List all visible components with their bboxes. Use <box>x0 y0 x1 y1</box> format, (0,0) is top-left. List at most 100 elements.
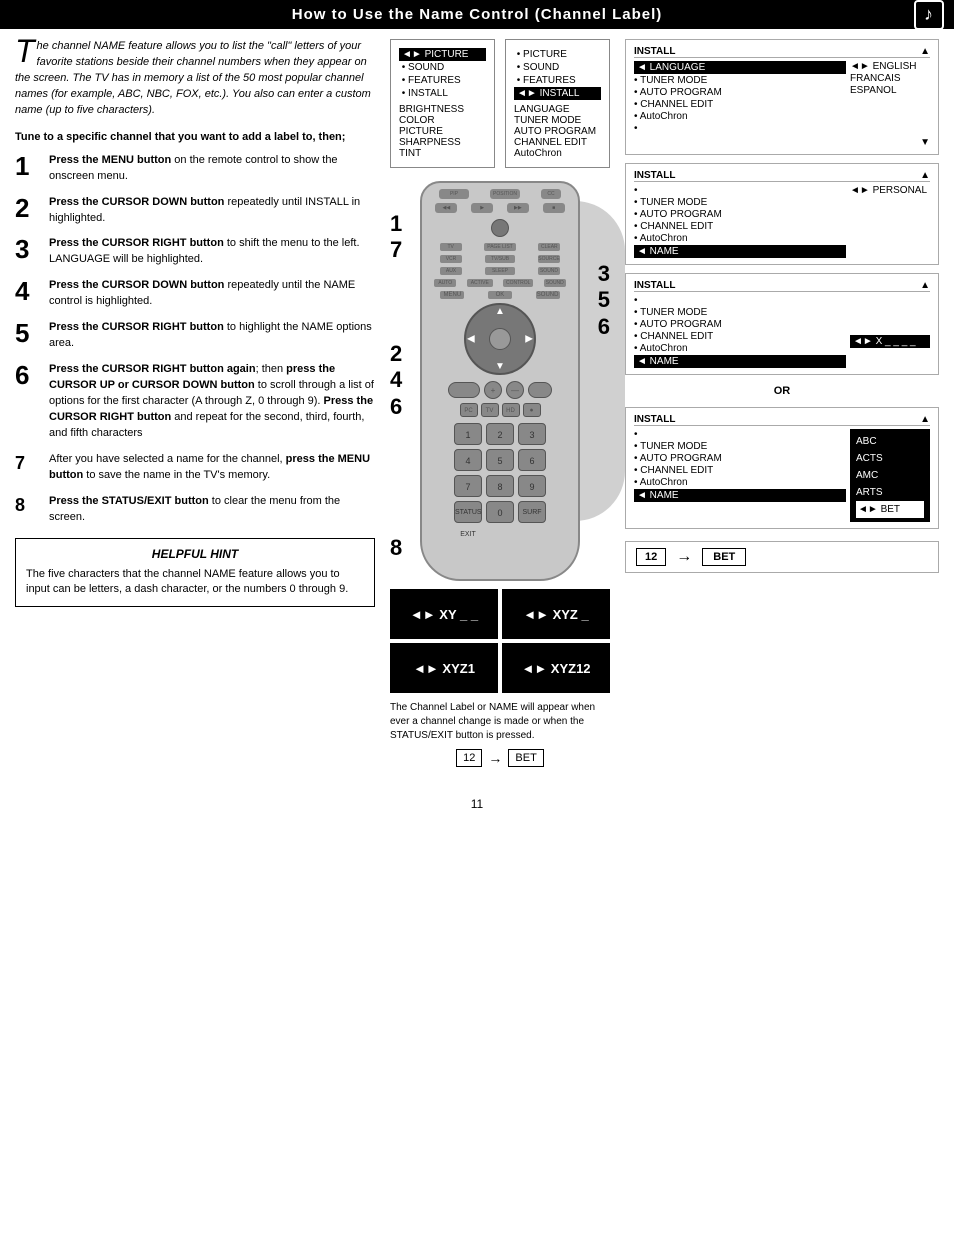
name-sample-4: ◄► XYZ12 <box>502 643 610 693</box>
remote-btn-tvsub: TV/SUB <box>485 255 515 263</box>
final-channel-number: 12 <box>636 548 666 566</box>
remote-nav-right-arrow[interactable]: ▶ <box>525 334 533 345</box>
remote-mute[interactable]: + <box>484 381 502 399</box>
right-column: INSTALL ▲ ◄ LANGUAGE • TUNER MODE • AUTO… <box>625 39 939 767</box>
install-panel-4-body: • • TUNER MODE • AUTO PROGRAM • CHANNEL … <box>634 429 930 522</box>
remote-vol-minus[interactable] <box>448 382 480 398</box>
channel-number: 12 <box>456 749 482 767</box>
remote-btn-prev: ◀◀ <box>435 203 457 213</box>
install-right-francais: FRANCAIS <box>850 73 930 84</box>
channel-arrow: → <box>488 750 502 766</box>
center-column: ◄► PICTURE • SOUND • FEATURES • INSTALL … <box>385 39 615 767</box>
remote-ch-up[interactable] <box>528 382 552 398</box>
step-7: 7 After you have selected a name for the… <box>15 452 375 484</box>
remote-nav-up-arrow[interactable]: ▲ <box>495 306 505 317</box>
install-right-english: ◄► ENGLISH <box>850 61 930 72</box>
name-sample-1: ◄► XY _ _ <box>390 589 498 639</box>
step-text-2: Press the CURSOR DOWN button repeatedly … <box>49 195 375 227</box>
install-right-bet-hl: ◄► BET <box>856 501 924 518</box>
remote-nav-ok-center[interactable] <box>489 328 511 350</box>
install-panel-4-header: INSTALL ▲ <box>634 414 930 426</box>
remote-btn-tv2[interactable]: TV <box>481 403 499 417</box>
install-panel-1-right: ◄► ENGLISH FRANCAIS ESPANOL <box>850 61 930 135</box>
menu-item-features: • FEATURES <box>399 74 486 87</box>
install4-name-hl: ◄ NAME <box>634 489 846 502</box>
install-panel-4: INSTALL ▲ • • TUNER MODE • AUTO PROGRAM … <box>625 407 939 529</box>
remote-btn-hd[interactable]: HD <box>502 403 520 417</box>
install-up-arrow-3: ▲ <box>920 280 930 291</box>
remote-power-button[interactable] <box>491 219 509 237</box>
steps-list: 1 Press the MENU button on the remote co… <box>15 153 375 526</box>
name-samples: ◄► XY _ _ ◄► XYZ _ ◄► XYZ1 ◄► XYZ12 <box>390 589 610 693</box>
remote-num-2[interactable]: 2 <box>486 423 514 445</box>
step-1: 1 Press the MENU button on the remote co… <box>15 153 375 185</box>
step-number-7: 7 <box>15 452 43 472</box>
install-right-acts: ACTS <box>856 450 924 467</box>
drop-cap: T <box>15 39 35 65</box>
menu2-right-items: LANGUAGE TUNER MODE AUTO PROGRAM CHANNEL… <box>514 104 601 159</box>
remote-num-9[interactable]: 9 <box>518 475 546 497</box>
install-right-abc: ABC <box>856 433 924 450</box>
step-text-8: Press the STATUS/EXIT button to clear th… <box>49 494 375 526</box>
install-down-arrow-1: ▼ <box>634 137 930 148</box>
install-panel-2-header: INSTALL ▲ <box>634 170 930 182</box>
step-number-4: 4 <box>15 278 43 304</box>
remote-nav-left-arrow[interactable]: ◀ <box>467 334 475 345</box>
step-5: 5 Press the CURSOR RIGHT button to highl… <box>15 320 375 352</box>
name-sample-3: ◄► XYZ1 <box>390 643 498 693</box>
remote-btn-pip: PIP <box>439 189 469 199</box>
step-number-1: 1 <box>15 153 43 179</box>
remote-num-3[interactable]: 3 <box>518 423 546 445</box>
remote-side-labels-left2: 2 4 6 <box>390 341 402 420</box>
step-text-7: After you have selected a name for the c… <box>49 452 375 484</box>
remote-btn-pc[interactable]: PC <box>460 403 478 417</box>
remote-btn-sleep: SLEEP <box>485 267 515 275</box>
remote-num-1[interactable]: 1 <box>454 423 482 445</box>
install3-chanedit: • CHANNEL EDIT <box>634 331 846 342</box>
remote-num-8[interactable]: 8 <box>486 475 514 497</box>
remote-btn-menu[interactable]: MENU <box>440 291 464 299</box>
menu2-picture: • PICTURE <box>514 48 601 61</box>
remote-area: 1 7 2 4 6 3 5 6 8 PIP POSITION <box>390 181 610 581</box>
remote-btn-pagelist: PAGE LIST <box>484 243 516 251</box>
channel-label-note: The Channel Label or NAME will appear wh… <box>390 701 610 743</box>
or-divider: OR <box>625 383 939 399</box>
remote-num-7[interactable]: 7 <box>454 475 482 497</box>
remote-num-6[interactable]: 6 <box>518 449 546 471</box>
step-number-2: 2 <box>15 195 43 221</box>
remote-nav-down-arrow[interactable]: ▼ <box>495 361 505 372</box>
step-3: 3 Press the CURSOR RIGHT button to shift… <box>15 236 375 268</box>
remote-btn-surf[interactable]: SURF <box>518 501 546 523</box>
menu-right-items: BRIGHTNESS COLOR PICTURE SHARPNESS TINT <box>399 104 486 159</box>
install-panel-1-left: ◄ LANGUAGE • TUNER MODE • AUTO PROGRAM •… <box>634 61 846 135</box>
install-panel-1-title: INSTALL <box>634 46 675 57</box>
remote-menu-row: MENU OK SOUND <box>422 289 578 299</box>
install4-dot: • <box>634 429 846 440</box>
remote-btn-active: ACTIVE <box>467 279 493 287</box>
remote-num-0[interactable]: 0 <box>486 501 514 523</box>
remote-vol-plus[interactable]: — <box>506 381 524 399</box>
remote-vol-ch-row: + — <box>422 379 578 401</box>
install-right-espanol: ESPANOL <box>850 85 930 96</box>
remote-btn-clear: CLEAR <box>538 243 560 251</box>
page-title: How to Use the Name Control (Channel Lab… <box>292 6 663 23</box>
install-panel-2-body: • • TUNER MODE • AUTO PROGRAM • CHANNEL … <box>634 185 930 258</box>
install-panel-2-left: • • TUNER MODE • AUTO PROGRAM • CHANNEL … <box>634 185 846 258</box>
install-panel-1: INSTALL ▲ ◄ LANGUAGE • TUNER MODE • AUTO… <box>625 39 939 155</box>
step-number-8: 8 <box>15 494 43 514</box>
remote-btn-record[interactable]: ⏺ <box>523 403 541 417</box>
install3-dot: • <box>634 295 846 306</box>
install-right-amc: AMC <box>856 467 924 484</box>
install4-chanedit: • CHANNEL EDIT <box>634 465 846 476</box>
remote-btn-vcr: VCR <box>440 255 462 263</box>
remote-bottom-row: STATUSEXIT 0 SURF <box>422 501 578 523</box>
remote-source-row2: VCR TV/SUB SOURCE <box>422 253 578 265</box>
menu2-sound: • SOUND <box>514 61 601 74</box>
remote-btn-ok[interactable]: OK <box>488 291 512 299</box>
remote-btn-control: CONTROL <box>503 279 533 287</box>
remote-btn-status[interactable]: STATUSEXIT <box>454 501 482 523</box>
step-text-5: Press the CURSOR RIGHT button to highlig… <box>49 320 375 352</box>
install4-tunermode: • TUNER MODE <box>634 441 846 452</box>
remote-num-5[interactable]: 5 <box>486 449 514 471</box>
remote-num-4[interactable]: 4 <box>454 449 482 471</box>
